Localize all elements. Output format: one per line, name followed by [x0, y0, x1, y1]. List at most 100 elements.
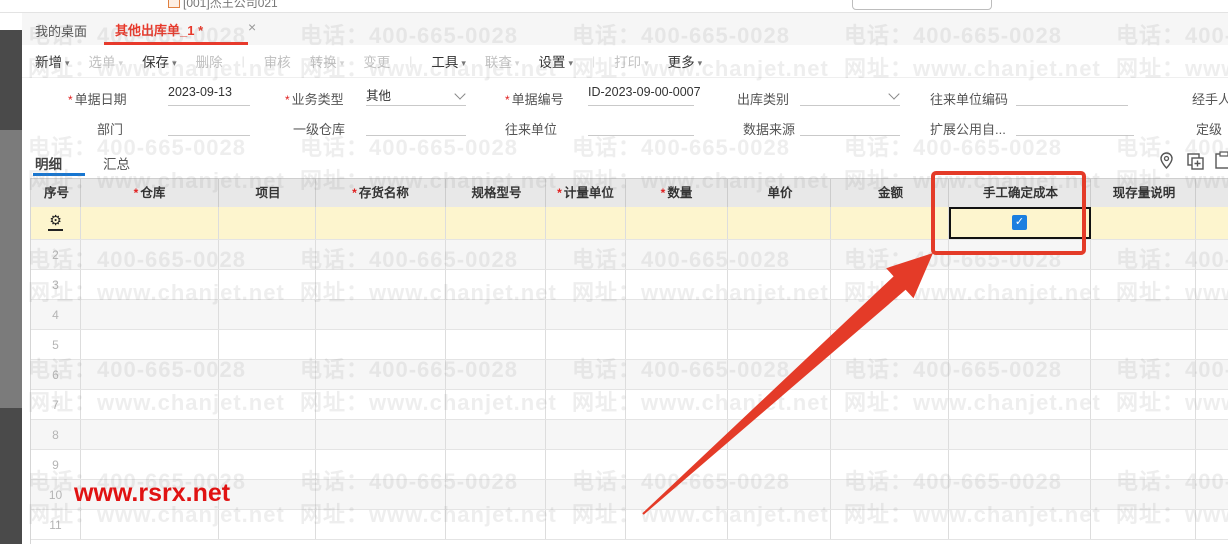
table-cell[interactable] — [219, 480, 316, 509]
table-cell[interactable] — [316, 480, 446, 509]
table-cell[interactable]: ✓ — [949, 207, 1091, 239]
table-cell[interactable] — [728, 300, 831, 329]
toolbar-button-print[interactable]: 打印▾ — [614, 51, 649, 71]
department-input[interactable] — [168, 115, 250, 136]
toolbar-button-change[interactable]: 变更 — [363, 51, 390, 71]
table-cell[interactable] — [728, 420, 831, 449]
toolbar-button-new[interactable]: 新增▾ — [35, 51, 70, 71]
table-cell[interactable] — [728, 360, 831, 389]
table-cell[interactable] — [728, 207, 831, 239]
toolbar-button-settings[interactable]: 设置▾ — [538, 51, 573, 71]
table-cell[interactable] — [219, 270, 316, 299]
table-cell[interactable] — [446, 207, 546, 239]
table-cell[interactable] — [728, 270, 831, 299]
table-cell[interactable] — [81, 450, 219, 479]
table-cell[interactable] — [1091, 270, 1196, 299]
table-cell[interactable] — [728, 450, 831, 479]
table-cell[interactable] — [219, 240, 316, 269]
table-cell[interactable] — [1091, 420, 1196, 449]
level1-warehouse-input[interactable] — [366, 115, 466, 136]
table-cell[interactable] — [626, 330, 728, 359]
table-cell[interactable] — [81, 330, 219, 359]
table-cell[interactable] — [949, 330, 1091, 359]
table-cell[interactable] — [1196, 240, 1228, 269]
table-cell[interactable] — [81, 390, 219, 419]
table-cell[interactable] — [831, 300, 949, 329]
table-cell[interactable] — [219, 510, 316, 539]
table-cell[interactable] — [446, 330, 546, 359]
table-cell[interactable] — [546, 270, 626, 299]
table-cell[interactable] — [546, 240, 626, 269]
table-cell[interactable] — [446, 300, 546, 329]
table-cell[interactable] — [81, 300, 219, 329]
table-cell[interactable] — [1091, 360, 1196, 389]
table-cell[interactable] — [446, 420, 546, 449]
table-cell[interactable] — [949, 450, 1091, 479]
table-cell[interactable] — [1091, 330, 1196, 359]
table-cell[interactable] — [546, 300, 626, 329]
table-cell[interactable] — [728, 240, 831, 269]
manual-cost-checkbox[interactable]: ✓ — [1012, 215, 1027, 230]
clipboard-icon[interactable] — [1214, 151, 1228, 171]
table-cell[interactable] — [546, 510, 626, 539]
table-cell[interactable] — [446, 360, 546, 389]
table-cell[interactable] — [626, 450, 728, 479]
doc-number-input[interactable]: ID-2023-09-00-0007 — [588, 85, 694, 106]
toolbar-button-save[interactable]: 保存▾ — [142, 51, 177, 71]
table-cell[interactable] — [1091, 480, 1196, 509]
table-cell[interactable]: ⚙ — [31, 207, 81, 239]
table-cell[interactable] — [831, 360, 949, 389]
table-cell[interactable] — [219, 330, 316, 359]
table-cell[interactable] — [219, 360, 316, 389]
table-cell[interactable] — [316, 240, 446, 269]
table-cell[interactable] — [316, 450, 446, 479]
table-cell[interactable] — [626, 480, 728, 509]
partner-code-input[interactable] — [1016, 85, 1128, 106]
tab-my-desktop[interactable]: 我的桌面 — [35, 21, 87, 40]
toolbar-button-audit[interactable]: 审核 — [264, 51, 291, 71]
table-cell[interactable] — [831, 510, 949, 539]
table-cell[interactable] — [1196, 480, 1228, 509]
table-cell[interactable] — [949, 270, 1091, 299]
table-cell[interactable] — [949, 240, 1091, 269]
table-cell[interactable] — [728, 480, 831, 509]
table-cell[interactable] — [949, 390, 1091, 419]
table-cell[interactable] — [949, 420, 1091, 449]
table-cell[interactable] — [1196, 360, 1228, 389]
table-cell[interactable] — [626, 240, 728, 269]
table-cell[interactable] — [316, 330, 446, 359]
table-cell[interactable] — [626, 510, 728, 539]
table-cell[interactable] — [1091, 450, 1196, 479]
table-cell[interactable] — [546, 330, 626, 359]
table-cell[interactable] — [626, 420, 728, 449]
table-cell[interactable] — [1196, 330, 1228, 359]
table-cell[interactable] — [546, 480, 626, 509]
table-cell[interactable] — [831, 240, 949, 269]
table-cell[interactable] — [81, 420, 219, 449]
table-cell[interactable] — [1196, 207, 1228, 239]
toolbar-button-delete[interactable]: 删除 — [196, 51, 223, 71]
table-cell[interactable] — [831, 207, 949, 239]
table-cell[interactable] — [81, 270, 219, 299]
table-cell[interactable] — [1091, 300, 1196, 329]
doc-date-input[interactable]: 2023-09-13 — [168, 85, 250, 106]
table-cell[interactable] — [446, 390, 546, 419]
table-cell[interactable] — [219, 207, 316, 239]
table-cell[interactable] — [831, 270, 949, 299]
table-cell[interactable] — [1196, 510, 1228, 539]
table-cell[interactable] — [1091, 390, 1196, 419]
tab-other-outbound-order[interactable]: 其他出库单_1 * — [115, 20, 203, 39]
toolbar-button-convert[interactable]: 转换▾ — [310, 51, 345, 71]
tab-detail[interactable]: 明细 — [35, 153, 62, 173]
table-cell[interactable] — [316, 360, 446, 389]
table-cell[interactable] — [1091, 240, 1196, 269]
table-cell[interactable] — [1091, 207, 1196, 239]
table-cell[interactable] — [831, 390, 949, 419]
table-cell[interactable] — [831, 480, 949, 509]
table-cell[interactable] — [81, 360, 219, 389]
table-cell[interactable] — [446, 510, 546, 539]
table-cell[interactable] — [546, 390, 626, 419]
table-cell[interactable] — [831, 330, 949, 359]
table-cell[interactable] — [546, 420, 626, 449]
table-cell[interactable] — [626, 300, 728, 329]
